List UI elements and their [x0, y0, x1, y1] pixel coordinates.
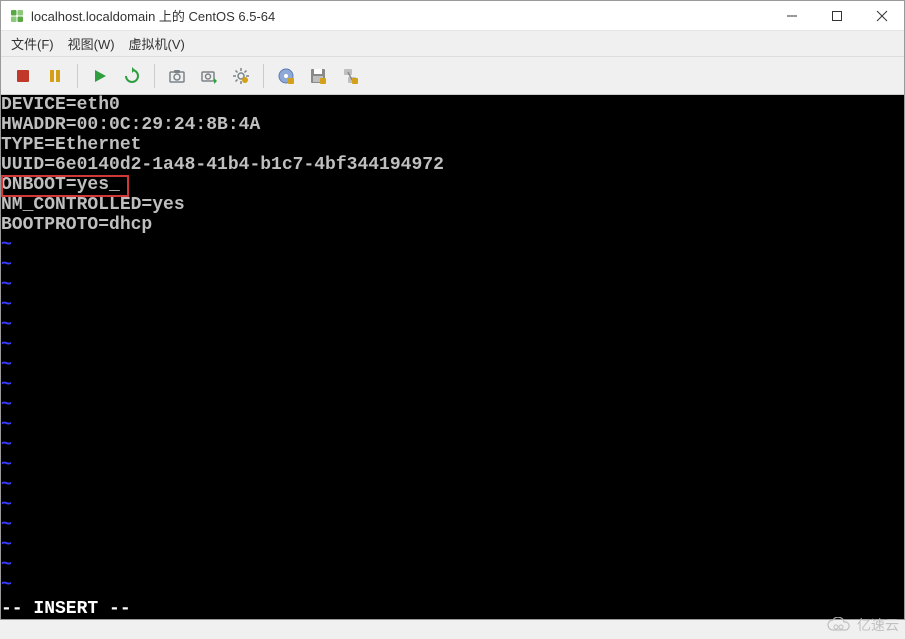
terminal-line: DEVICE=eth0 [1, 95, 904, 115]
menubar: 文件(F) 视图(W) 虚拟机(V) [1, 31, 904, 57]
vmware-console-window: localhost.localdomain 上的 CentOS 6.5-64 文… [0, 0, 905, 620]
window-controls [769, 1, 904, 30]
toolbar-separator [154, 64, 155, 88]
vi-tilde-column: ~ ~ ~ ~ ~ ~ ~ ~ ~ ~ ~ ~ ~ ~ ~ ~ ~ ~ [1, 235, 12, 595]
toolbar-separator [77, 64, 78, 88]
snapshot-manager-button[interactable] [195, 62, 223, 90]
menu-vm[interactable]: 虚拟机(V) [129, 34, 185, 53]
menu-file[interactable]: 文件(F) [11, 34, 54, 53]
floppy-button[interactable] [304, 62, 332, 90]
snapshot-button[interactable] [163, 62, 191, 90]
toolbar-separator [263, 64, 264, 88]
terminal-line: UUID=6e0140d2-1a48-41b4-b1c7-4bf34419497… [1, 155, 904, 175]
menu-view[interactable]: 视图(W) [68, 34, 115, 53]
terminal-line: ONBOOT=yes_ [1, 175, 904, 195]
network-button[interactable] [336, 62, 364, 90]
terminal[interactable]: DEVICE=eth0 HWADDR=00:0C:29:24:8B:4A TYP… [1, 95, 904, 619]
terminal-line: NM_CONTROLLED=yes [1, 195, 904, 215]
terminal-line: HWADDR=00:0C:29:24:8B:4A [1, 115, 904, 135]
settings-button[interactable] [227, 62, 255, 90]
stop-button[interactable] [9, 62, 37, 90]
toolbar [1, 57, 904, 95]
titlebar: localhost.localdomain 上的 CentOS 6.5-64 [1, 1, 904, 31]
close-button[interactable] [859, 1, 904, 30]
pause-button[interactable] [41, 62, 69, 90]
terminal-line: BOOTPROTO=dhcp [1, 215, 904, 235]
minimize-button[interactable] [769, 1, 814, 30]
play-button[interactable] [86, 62, 114, 90]
window-title: localhost.localdomain 上的 CentOS 6.5-64 [31, 6, 769, 25]
terminal-line: TYPE=Ethernet [1, 135, 904, 155]
app-icon [9, 8, 25, 24]
restart-button[interactable] [118, 62, 146, 90]
cd-dvd-button[interactable] [272, 62, 300, 90]
maximize-button[interactable] [814, 1, 859, 30]
vi-status-line: -- INSERT -- [1, 599, 904, 619]
